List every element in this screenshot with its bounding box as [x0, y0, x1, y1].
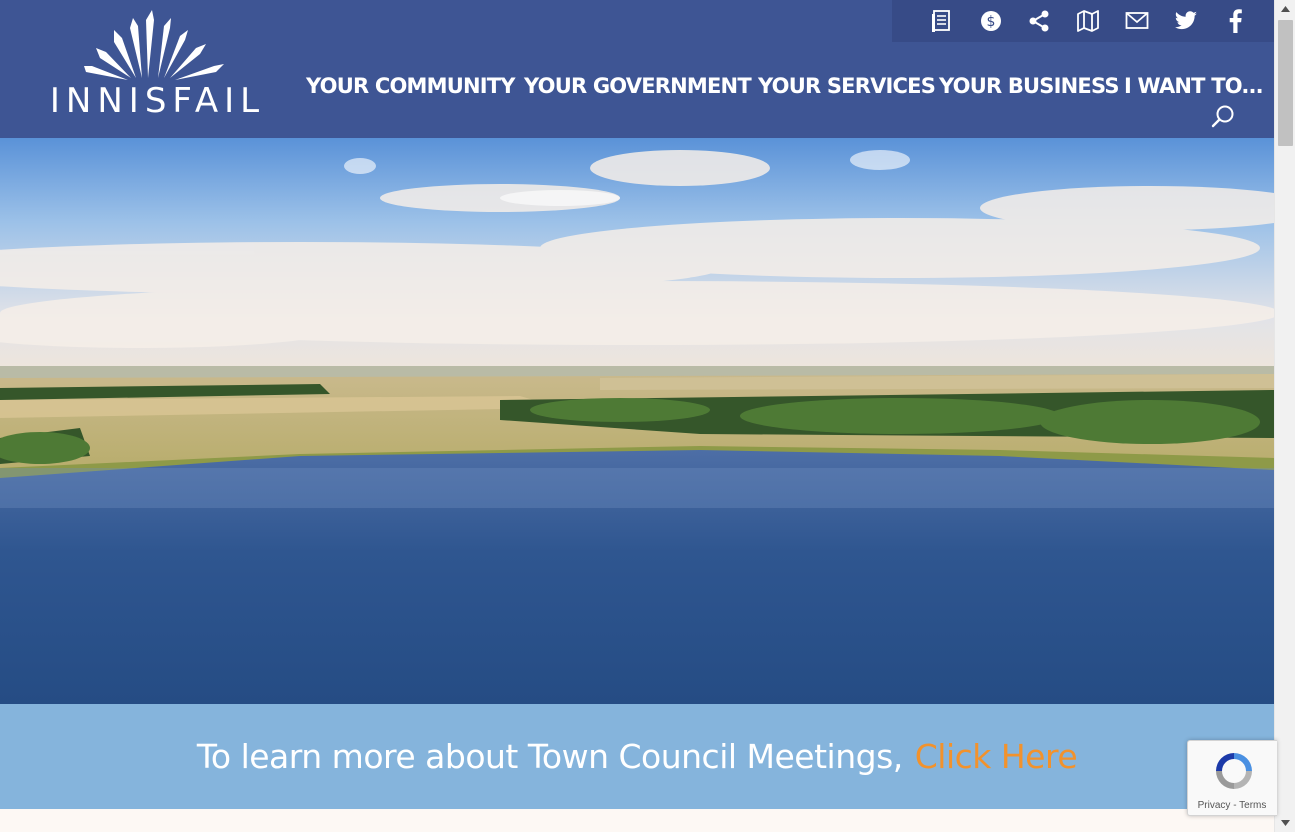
nav-your-services[interactable]: YOUR SERVICES	[758, 74, 936, 98]
scroll-down-arrow-icon[interactable]	[1275, 814, 1295, 832]
recaptcha-privacy-link[interactable]: Privacy	[1198, 800, 1231, 811]
nav-i-want-to[interactable]: I WANT TO...	[1124, 74, 1264, 98]
twitter-icon[interactable]	[1171, 6, 1201, 36]
click-here-link[interactable]: Click Here	[915, 737, 1078, 776]
page-scrollbar[interactable]	[1274, 0, 1295, 832]
recaptcha-icon	[1216, 753, 1252, 789]
email-icon[interactable]	[1122, 6, 1152, 36]
map-icon[interactable]	[1073, 6, 1103, 36]
banner-text: To learn more about Town Council Meeting…	[196, 737, 903, 776]
utility-bar: $	[892, 0, 1274, 42]
payment-icon[interactable]: $	[976, 6, 1006, 36]
site-logo[interactable]: INNISFAIL	[30, 8, 285, 118]
nav-your-government[interactable]: YOUR GOVERNMENT	[524, 74, 752, 98]
nav-your-business[interactable]: YOUR BUSINESS	[939, 74, 1119, 98]
scrollbar-thumb[interactable]	[1278, 20, 1293, 146]
council-banner: To learn more about Town Council Meeting…	[0, 704, 1274, 809]
svg-text:$: $	[987, 14, 996, 30]
hero-image	[0, 138, 1274, 704]
recaptcha-badge[interactable]: Privacy - Terms	[1187, 740, 1277, 816]
scroll-up-arrow-icon[interactable]	[1275, 0, 1295, 18]
recaptcha-links: Privacy - Terms	[1188, 800, 1276, 811]
recaptcha-separator: -	[1230, 800, 1240, 811]
logo-wordmark: INNISFAIL	[49, 81, 266, 121]
sunburst-icon	[84, 10, 224, 80]
share-icon[interactable]	[1024, 6, 1054, 36]
facebook-icon[interactable]	[1220, 6, 1250, 36]
site-header: $ INNISFAIL YOUR COMMUNITY YOUR GOVERNME…	[0, 0, 1274, 138]
recaptcha-terms-link[interactable]: Terms	[1239, 800, 1266, 811]
search-icon[interactable]	[1211, 104, 1237, 130]
nav-your-community[interactable]: YOUR COMMUNITY	[306, 74, 515, 98]
newsletter-icon[interactable]	[927, 6, 957, 36]
